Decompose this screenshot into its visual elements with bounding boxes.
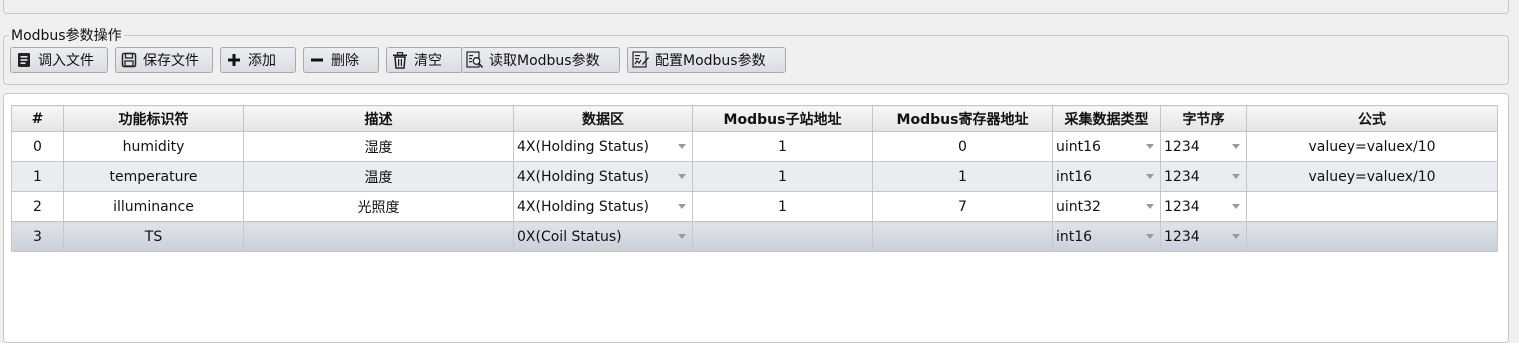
byte-order-select[interactable]: 1234: [1160, 221, 1247, 252]
import-file-button[interactable]: 调入文件: [10, 47, 108, 73]
dropdown-arrow-icon: [1232, 144, 1240, 149]
save-icon: [120, 51, 138, 69]
table-row-selected[interactable]: 3 TS 0X(Coil Status) int16 1234: [11, 221, 1498, 252]
column-header-index[interactable]: #: [11, 105, 64, 132]
group-title: Modbus参数操作: [9, 25, 124, 45]
table-row[interactable]: 0 humidity 湿度 4X(Holding Status) 1 0 uin…: [11, 131, 1498, 162]
cell-formula[interactable]: [1246, 221, 1498, 252]
byte-order-value: 1234: [1164, 168, 1200, 185]
configure-modbus-params-label: 配置Modbus参数: [655, 53, 766, 69]
dropdown-arrow-icon: [1146, 174, 1154, 179]
column-header-slave-address[interactable]: Modbus子站地址: [692, 105, 873, 132]
byte-order-select[interactable]: 1234: [1160, 161, 1247, 192]
data-type-value: uint32: [1056, 198, 1101, 215]
modbus-params-table: # 功能标识符 描述 数据区 Modbus子站地址 Modbus寄存器地址 采集…: [11, 105, 1498, 252]
save-file-button[interactable]: 保存文件: [115, 47, 213, 73]
dropdown-arrow-icon: [678, 174, 686, 179]
clear-button[interactable]: 清空: [386, 47, 463, 73]
read-params-icon: [466, 51, 484, 69]
plus-icon: [225, 51, 243, 69]
cell-formula[interactable]: [1246, 191, 1498, 222]
cell-index[interactable]: 1: [11, 161, 64, 192]
data-type-value: uint16: [1056, 138, 1101, 155]
dropdown-arrow-icon: [1146, 234, 1154, 239]
cell-identifier[interactable]: TS: [63, 221, 244, 252]
data-type-value: int16: [1056, 168, 1093, 185]
dropdown-arrow-icon: [1146, 204, 1154, 209]
data-type-select[interactable]: uint32: [1052, 191, 1161, 222]
cell-slave-address[interactable]: 1: [692, 161, 873, 192]
dropdown-arrow-icon: [678, 144, 686, 149]
dropdown-arrow-icon: [678, 234, 686, 239]
cell-register-address[interactable]: 1: [872, 161, 1053, 192]
upper-panel-frame: [3, 0, 1509, 14]
data-area-value: 0X(Coil Status): [517, 228, 622, 245]
data-type-select[interactable]: int16: [1052, 161, 1161, 192]
dropdown-arrow-icon: [1232, 204, 1240, 209]
cell-slave-address[interactable]: 1: [692, 191, 873, 222]
cell-identifier[interactable]: temperature: [63, 161, 244, 192]
data-area-select[interactable]: 0X(Coil Status): [513, 221, 693, 252]
byte-order-select[interactable]: 1234: [1160, 131, 1247, 162]
cell-register-address[interactable]: 7: [872, 191, 1053, 222]
data-area-value: 4X(Holding Status): [517, 138, 650, 155]
configure-params-icon: [632, 51, 650, 69]
data-area-value: 4X(Holding Status): [517, 198, 650, 215]
cell-description[interactable]: 温度: [243, 161, 514, 192]
data-type-select[interactable]: uint16: [1052, 131, 1161, 162]
clear-label: 清空: [414, 53, 442, 69]
cell-identifier[interactable]: illuminance: [63, 191, 244, 222]
add-label: 添加: [248, 53, 276, 69]
cell-index[interactable]: 3: [11, 221, 64, 252]
cell-description[interactable]: 光照度: [243, 191, 514, 222]
dropdown-arrow-icon: [678, 204, 686, 209]
delete-label: 删除: [331, 53, 359, 69]
data-type-select[interactable]: int16: [1052, 221, 1161, 252]
column-header-data-area[interactable]: 数据区: [513, 105, 693, 132]
import-file-label: 调入文件: [38, 53, 94, 69]
trash-icon: [391, 51, 409, 69]
cell-slave-address[interactable]: [692, 221, 873, 252]
column-header-formula[interactable]: 公式: [1246, 105, 1498, 132]
dropdown-arrow-icon: [1232, 174, 1240, 179]
data-area-value: 4X(Holding Status): [517, 168, 650, 185]
table-row[interactable]: 1 temperature 温度 4X(Holding Status) 1 1 …: [11, 161, 1498, 192]
data-area-select[interactable]: 4X(Holding Status): [513, 131, 693, 162]
column-header-data-type[interactable]: 采集数据类型: [1052, 105, 1161, 132]
file-import-icon: [15, 51, 33, 69]
cell-description[interactable]: [243, 221, 514, 252]
byte-order-value: 1234: [1164, 198, 1200, 215]
cell-register-address[interactable]: 0: [872, 131, 1053, 162]
cell-index[interactable]: 2: [11, 191, 64, 222]
delete-button[interactable]: 删除: [303, 47, 379, 73]
cell-register-address[interactable]: [872, 221, 1053, 252]
cell-index[interactable]: 0: [11, 131, 64, 162]
byte-order-value: 1234: [1164, 228, 1200, 245]
save-file-label: 保存文件: [143, 53, 199, 69]
cell-identifier[interactable]: humidity: [63, 131, 244, 162]
read-modbus-params-button[interactable]: 读取Modbus参数: [461, 47, 620, 73]
data-area-select[interactable]: 4X(Holding Status): [513, 161, 693, 192]
column-header-register-address[interactable]: Modbus寄存器地址: [872, 105, 1053, 132]
byte-order-value: 1234: [1164, 138, 1200, 155]
read-modbus-params-label: 读取Modbus参数: [489, 53, 600, 69]
cell-slave-address[interactable]: 1: [692, 131, 873, 162]
minus-icon: [308, 51, 326, 69]
dropdown-arrow-icon: [1232, 234, 1240, 239]
byte-order-select[interactable]: 1234: [1160, 191, 1247, 222]
table-header-row: # 功能标识符 描述 数据区 Modbus子站地址 Modbus寄存器地址 采集…: [11, 105, 1498, 132]
dropdown-arrow-icon: [1146, 144, 1154, 149]
column-header-description[interactable]: 描述: [243, 105, 514, 132]
data-area-select[interactable]: 4X(Holding Status): [513, 191, 693, 222]
data-type-value: int16: [1056, 228, 1093, 245]
cell-formula[interactable]: valuey=valuex/10: [1246, 131, 1498, 162]
configure-modbus-params-button[interactable]: 配置Modbus参数: [627, 47, 786, 73]
column-header-byte-order[interactable]: 字节序: [1160, 105, 1247, 132]
cell-description[interactable]: 湿度: [243, 131, 514, 162]
add-button[interactable]: 添加: [220, 47, 296, 73]
column-header-identifier[interactable]: 功能标识符: [63, 105, 244, 132]
table-row[interactable]: 2 illuminance 光照度 4X(Holding Status) 1 7…: [11, 191, 1498, 222]
cell-formula[interactable]: valuey=valuex/10: [1246, 161, 1498, 192]
